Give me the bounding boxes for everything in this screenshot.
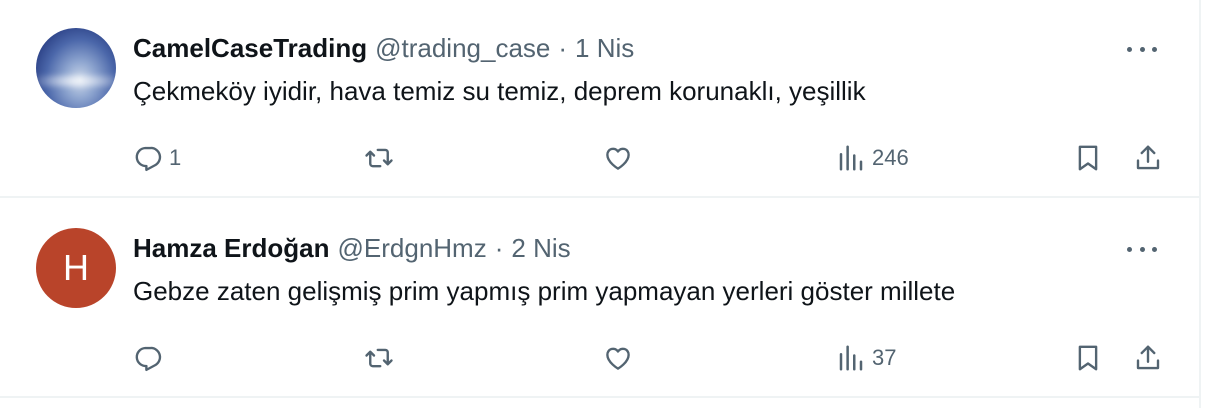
retweet-button[interactable] [364,140,400,176]
avatar[interactable] [36,28,116,108]
tweet-date[interactable]: 2 Nis [511,233,570,264]
author-name[interactable]: CamelCaseTrading [133,33,367,64]
share-icon [1136,145,1160,170]
avatar-photo [36,76,116,86]
action-bar: 1 246 [0,140,1199,176]
reply-icon [135,346,162,372]
bookmark-button[interactable] [1073,140,1103,176]
like-icon [606,147,630,170]
tweet-text: Çekmeköy iyidir, hava temiz su temiz, de… [133,76,866,106]
retweet-icon [365,348,393,368]
separator-dot: · [494,232,504,263]
avatar-letter: H [63,247,89,288]
author-handle[interactable]: @trading_case [375,33,550,64]
action-bar: 37 [0,340,1199,376]
tweet-date[interactable]: 1 Nis [575,33,634,64]
like-icon [606,347,630,370]
tweet[interactable]: CamelCaseTrading @trading_case · 1 Nis Ç… [0,0,1199,198]
retweet-button[interactable] [364,340,400,376]
tweet-header: Hamza Erdoğan @ErdgnHmz · 2 Nis [133,230,571,266]
bookmark-icon [1078,145,1098,171]
avatar[interactable]: H [36,228,116,308]
more-icon[interactable] [1127,44,1157,54]
share-button[interactable] [1133,140,1163,176]
views-icon [839,345,863,371]
like-button[interactable] [603,340,639,376]
retweet-icon [365,148,393,168]
bookmark-icon [1078,345,1098,371]
more-icon[interactable] [1127,244,1157,254]
bookmark-button[interactable] [1073,340,1103,376]
view-count: 246 [872,145,909,170]
views-button[interactable]: 37 [836,340,896,376]
share-button[interactable] [1133,340,1163,376]
share-icon [1136,345,1160,370]
views-icon [839,145,863,171]
view-count: 37 [872,345,897,370]
like-button[interactable] [603,140,639,176]
reply-count: 1 [169,145,182,170]
reply-button[interactable]: 1 [133,140,181,176]
views-button[interactable]: 246 [836,140,909,176]
author-name[interactable]: Hamza Erdoğan [133,233,330,264]
separator-dot: · [558,32,568,63]
tweet-text: Gebze zaten gelişmiş prim yapmış prim ya… [133,276,956,306]
reply-icon [135,146,162,172]
author-handle[interactable]: @ErdgnHmz [338,233,487,264]
tweet-header: CamelCaseTrading @trading_case · 1 Nis [133,30,634,66]
reply-button[interactable] [133,340,169,376]
reply-timeline: CamelCaseTrading @trading_case · 1 Nis Ç… [0,0,1201,408]
tweet[interactable]: H Hamza Erdoğan @ErdgnHmz · 2 Nis Gebze … [0,200,1199,398]
